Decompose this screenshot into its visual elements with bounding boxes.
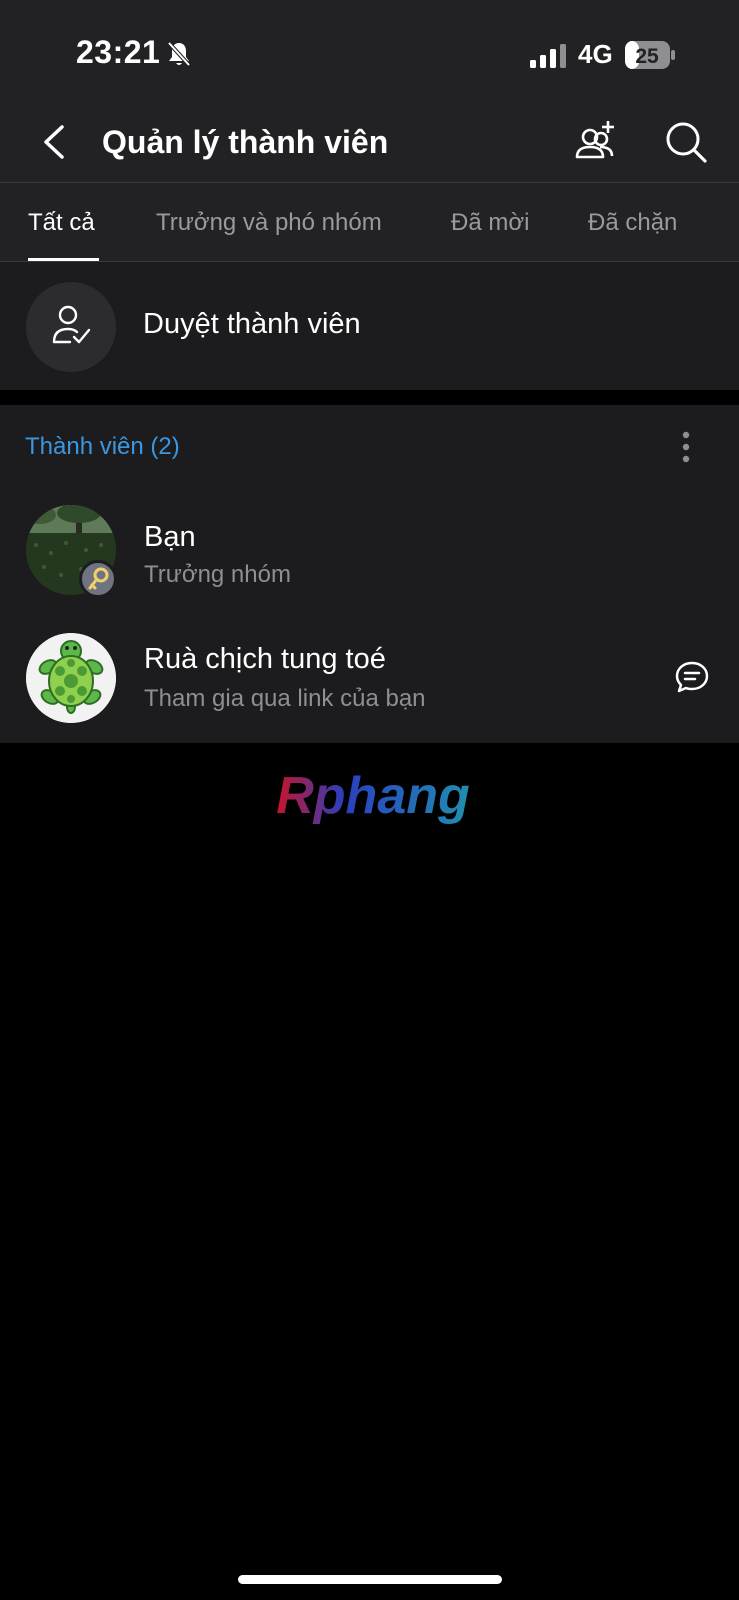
approve-members-row[interactable]: Duyệt thành viên <box>0 262 739 390</box>
tab-leaders[interactable]: Trưởng và phó nhóm <box>156 209 382 237</box>
battery-level: 25 <box>635 45 659 68</box>
page-title: Quản lý thành viên <box>102 124 389 160</box>
more-options-icon[interactable] <box>680 431 692 463</box>
home-indicator[interactable] <box>238 1575 502 1584</box>
members-section: Thành viên (2) Bạn Trưởng nhóm Ruà chịch… <box>0 405 739 743</box>
add-member-icon[interactable] <box>574 119 618 163</box>
cellular-signal-icon <box>530 44 566 68</box>
tab-blocked[interactable]: Đã chặn <box>588 209 677 237</box>
member-row-turtle[interactable]: Ruà chịch tung toé Tham gia qua link của… <box>0 633 739 743</box>
back-arrow-icon[interactable] <box>40 123 70 161</box>
member-role: Trưởng nhóm <box>144 561 291 588</box>
status-time: 23:21 <box>76 34 161 70</box>
tab-all[interactable]: Tất cả <box>28 209 95 237</box>
watermark-text: Rphang <box>276 767 470 825</box>
battery-icon: 25 <box>625 41 675 69</box>
status-bar: 23:21 4G 25 <box>0 0 739 100</box>
tab-bar: Tất cả Trưởng và phó nhóm Đã mời Đã chặn <box>0 183 739 262</box>
member-name: Ruà chịch tung toé <box>144 643 386 675</box>
network-type: 4G <box>578 39 613 69</box>
member-join-info: Tham gia qua link của bạn <box>144 685 426 712</box>
member-row-self[interactable]: Bạn Trưởng nhóm <box>0 505 739 615</box>
chat-bubble-icon[interactable] <box>674 660 710 694</box>
tab-invited[interactable]: Đã mời <box>451 209 529 237</box>
turtle-avatar-image <box>26 633 116 723</box>
user-check-icon <box>52 305 91 344</box>
search-icon[interactable] <box>664 120 708 164</box>
active-tab-indicator <box>28 258 99 261</box>
members-section-title: Thành viên (2) <box>25 433 180 460</box>
top-navigation-bar: Quản lý thành viên <box>0 100 739 183</box>
avatar <box>26 633 116 723</box>
approve-icon-circle <box>26 282 116 372</box>
watermark-logo: Rphang <box>276 767 470 825</box>
group-leader-key-badge <box>79 560 117 598</box>
member-name: Bạn <box>144 521 196 553</box>
approve-members-label: Duyệt thành viên <box>143 308 361 340</box>
bell-muted-icon <box>167 41 191 67</box>
key-icon <box>88 567 109 590</box>
